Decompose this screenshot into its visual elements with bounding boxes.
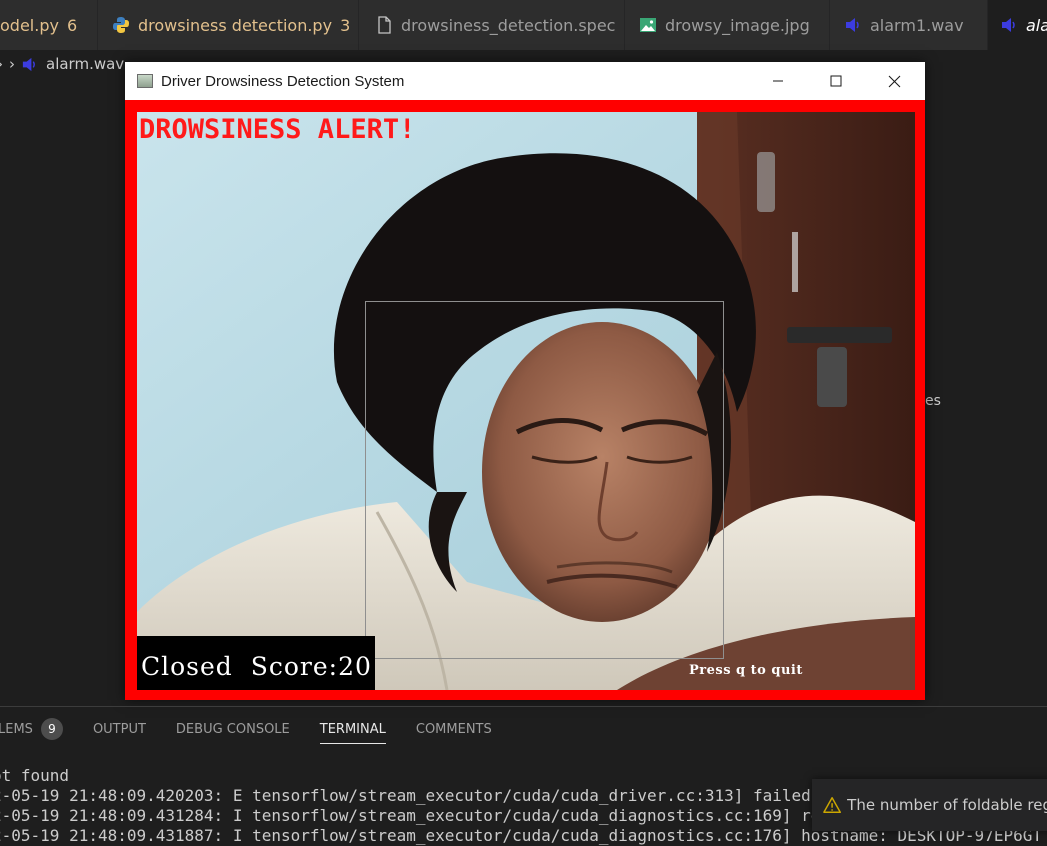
problem-count: 6: [66, 15, 78, 35]
tab-output[interactable]: OUTPUT: [93, 714, 146, 744]
tab-problems[interactable]: LEMS 9: [0, 714, 63, 744]
window-titlebar[interactable]: Driver Drowsiness Detection System: [125, 62, 925, 100]
eye-status-score: Closed Score:20: [141, 652, 372, 681]
tab-label: drowsiness detection.py: [138, 15, 333, 35]
tab-alarm1-wav[interactable]: alarm1.wav: [830, 0, 988, 50]
tab-label: LEMS: [0, 721, 33, 737]
tab-label: ala: [1026, 15, 1047, 35]
minimize-icon: [773, 80, 783, 82]
audio-icon: [22, 57, 35, 71]
chevron-right-icon: ›: [0, 55, 3, 73]
notification-text: The number of foldable reg: [847, 796, 1047, 814]
panel-tabs: LEMS 9 OUTPUT DEBUG CONSOLE TERMINAL COM…: [0, 714, 522, 744]
tab-label: OUTPUT: [92, 721, 146, 737]
editor-text-fragment: es: [925, 393, 941, 409]
tab-model-py[interactable]: odel.py 6: [0, 0, 98, 50]
file-icon: [378, 16, 391, 34]
minimize-button[interactable]: [749, 62, 807, 100]
image-icon: [640, 18, 656, 32]
webcam-feed: DROWSINESS ALERT! Closed Score:20 Press …: [137, 112, 915, 690]
maximize-icon: [830, 75, 842, 87]
tab-label: alarm1.wav: [870, 15, 964, 35]
tab-label: odel.py: [0, 15, 59, 35]
drowsiness-alert-text: DROWSINESS ALERT!: [139, 114, 416, 145]
tab-drowsiness-detection-spec[interactable]: drowsiness_detection.spec: [359, 0, 625, 50]
eye-status: Closed: [141, 652, 233, 681]
notification-toast[interactable]: The number of foldable reg: [812, 779, 1047, 831]
tab-label: DEBUG CONSOLE: [175, 721, 290, 737]
warning-icon: [823, 797, 841, 813]
tab-drowsiness-detection-py[interactable]: drowsiness detection.py 3: [98, 0, 359, 50]
tab-label: TERMINAL: [319, 721, 386, 737]
tab-label: COMMENTS: [415, 721, 492, 737]
close-icon: [888, 75, 900, 87]
quit-hint: Press q to quit: [689, 663, 803, 678]
close-button[interactable]: [865, 62, 923, 100]
chevron-right-icon: ›: [9, 55, 15, 73]
panel-divider: [0, 706, 1047, 707]
score-value: Score:20: [250, 652, 372, 681]
python-icon: [113, 17, 129, 33]
tab-drowsy-image-jpg[interactable]: drowsy_image.jpg: [625, 0, 830, 50]
tab-comments[interactable]: COMMENTS: [416, 714, 492, 744]
audio-icon: [846, 18, 859, 32]
editor-tab-bar: odel.py 6 drowsiness detection.py 3 drow…: [0, 0, 1047, 50]
tab-label: drowsy_image.jpg: [665, 15, 810, 35]
problems-count-badge: 9: [40, 718, 63, 740]
face-bounding-box: [365, 301, 724, 659]
tab-alarm-wav[interactable]: ala: [988, 0, 1047, 50]
tab-terminal[interactable]: TERMINAL: [319, 714, 386, 744]
audio-icon: [1002, 18, 1015, 32]
breadcrumb: › › alarm.wav: [0, 52, 124, 76]
tab-debug-console[interactable]: DEBUG CONSOLE: [176, 714, 290, 744]
maximize-button[interactable]: [807, 62, 865, 100]
window-title: Driver Drowsiness Detection System: [161, 72, 405, 90]
app-icon: [137, 74, 153, 88]
breadcrumb-item[interactable]: alarm.wav: [46, 55, 124, 73]
detection-window: Driver Drowsiness Detection System DROWS…: [125, 62, 925, 700]
problem-count: 3: [340, 15, 351, 35]
tab-label: drowsiness_detection.spec: [401, 15, 616, 35]
alert-border: DROWSINESS ALERT! Closed Score:20 Press …: [125, 100, 925, 700]
